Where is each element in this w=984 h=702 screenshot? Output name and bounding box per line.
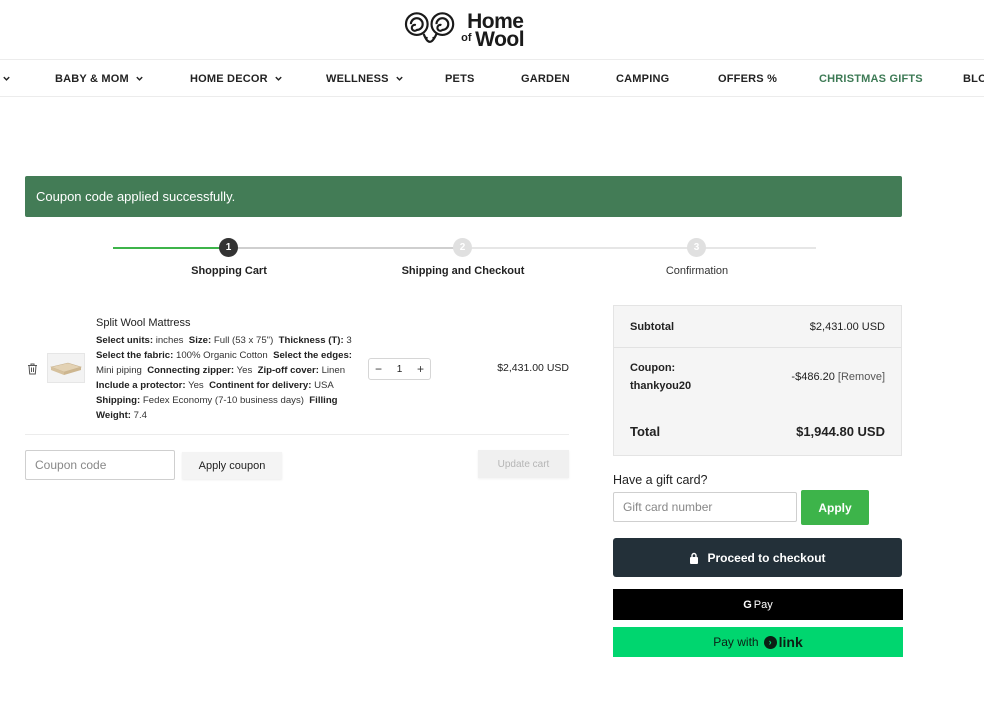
progress-line-done <box>113 247 229 249</box>
option-key: Select the fabric: <box>96 350 174 361</box>
line-item-price: $2,431.00 USD <box>497 362 569 374</box>
step-1-label: Shopping Cart <box>191 265 267 277</box>
option-key: Select units: <box>96 335 154 346</box>
nav-item-label: HOME DECOR <box>190 72 268 85</box>
coupon-code-input[interactable] <box>25 450 175 480</box>
progress-line-2-3 <box>463 247 816 249</box>
option-key: Continent for delivery: <box>209 380 312 391</box>
chevron-down-icon <box>3 76 10 81</box>
coupon-discount-value: -$486.20 <box>791 371 835 383</box>
option-value: inches <box>155 335 184 346</box>
step-3-dot: 3 <box>687 238 706 257</box>
option-value: 7.4 <box>133 410 148 421</box>
option-key: Include a protector: <box>96 380 186 391</box>
mattress-image-icon <box>49 362 83 375</box>
brand-of: of <box>461 32 472 44</box>
option-key: Thickness (T): <box>278 335 344 346</box>
option-key: Connecting zipper: <box>147 365 235 376</box>
product-thumbnail[interactable] <box>47 353 85 383</box>
remove-coupon-link[interactable]: [Remove] <box>838 371 885 383</box>
quantity-decrease-button[interactable]: − <box>375 362 382 376</box>
option-key: Zip-off cover: <box>257 365 319 376</box>
option-value: Fedex Economy (7-10 business days) <box>142 395 304 406</box>
brand-logo[interactable]: Home of Wool <box>404 8 528 52</box>
brand-wordmark: Home of Wool <box>459 8 528 52</box>
subtotal-row: Subtotal $2,431.00 USD <box>614 306 901 347</box>
nav-item-baby-mom[interactable]: BABY & MOM <box>55 60 144 97</box>
nav-item-prev-chevron[interactable] <box>0 60 11 97</box>
chevron-down-icon <box>136 76 143 81</box>
subtotal-label: Subtotal <box>630 320 674 333</box>
main-nav: BABY & MOM HOME DECOR WELLNESS PETS GARD… <box>0 59 984 97</box>
option-value: Full (53 x 75") <box>213 335 274 346</box>
step-2-dot: 2 <box>453 238 472 257</box>
total-value: $1,944.80 USD <box>796 423 885 439</box>
option-value: Yes <box>236 365 253 376</box>
option-key: Size: <box>188 335 212 346</box>
product-name[interactable]: Split Wool Mattress <box>96 317 191 329</box>
product-options: Select units: inches Size: Full (53 x 75… <box>96 333 358 423</box>
option-value: Mini piping <box>96 365 142 376</box>
coupon-discount: -$486.20 [Remove] <box>791 371 885 383</box>
coupon-label-title: Coupon: <box>630 362 676 374</box>
nav-item-label: WELLNESS <box>326 72 389 85</box>
google-pay-button[interactable]: G Pay <box>613 589 903 620</box>
update-cart-button[interactable]: Update cart <box>478 450 569 478</box>
order-summary: Subtotal $2,431.00 USD Coupon: thankyou2… <box>613 305 902 456</box>
ram-logo-icon <box>404 12 455 43</box>
option-value: 3 <box>346 335 352 346</box>
subtotal-value: $2,431.00 USD <box>809 320 885 333</box>
proceed-to-checkout-button[interactable]: Proceed to checkout <box>613 538 902 577</box>
lock-icon <box>690 552 699 564</box>
google-pay-label: Pay <box>753 598 773 611</box>
chevron-down-icon <box>396 76 403 81</box>
coupon-row: Coupon: thankyou20 -$486.20 [Remove] <box>614 348 901 406</box>
cart-divider <box>25 434 569 435</box>
link-brand: link <box>778 634 803 650</box>
option-key: Select the edges: <box>273 350 352 361</box>
total-label: Total <box>630 423 661 439</box>
coupon-code-name: thankyou20 <box>630 380 692 392</box>
google-g-icon: G <box>743 598 752 611</box>
step-1-dot: 1 <box>219 238 238 257</box>
nav-item-label: BABY & MOM <box>55 72 129 85</box>
step-3-label: Confirmation <box>665 265 729 277</box>
coupon-success-alert: Coupon code applied successfully. <box>25 176 902 217</box>
gift-card-apply-button[interactable]: Apply <box>801 490 869 525</box>
nav-item-garden[interactable]: GARDEN <box>521 60 570 97</box>
step-2-label: Shipping and Checkout <box>401 265 525 277</box>
nav-item-pets[interactable]: PETS <box>445 60 475 97</box>
link-pay-prefix: Pay with <box>713 635 759 649</box>
option-value: Yes <box>188 380 204 391</box>
checkout-label: Proceed to checkout <box>707 550 826 565</box>
option-value: 100% Organic Cotton <box>175 350 268 361</box>
trash-icon[interactable] <box>27 363 38 375</box>
quantity-stepper: − 1 + <box>368 358 431 380</box>
quantity-increase-button[interactable]: + <box>417 362 424 376</box>
nav-item-home-decor[interactable]: HOME DECOR <box>190 60 283 97</box>
progress-line-1-2 <box>229 247 463 249</box>
total-row: Total $1,944.80 USD <box>614 409 901 453</box>
gift-card-input[interactable] <box>613 492 797 522</box>
nav-item-camping[interactable]: CAMPING <box>616 60 669 97</box>
chevron-down-icon <box>275 76 282 81</box>
pay-with-link-button[interactable]: Pay with › link <box>613 627 903 657</box>
brand-wool: Wool <box>475 28 525 51</box>
nav-item-blog[interactable]: BLO <box>963 60 984 97</box>
coupon-label: Coupon: thankyou20 <box>630 359 691 395</box>
nav-item-wellness[interactable]: WELLNESS <box>326 60 404 97</box>
option-key: Shipping: <box>96 395 141 406</box>
apply-coupon-button[interactable]: Apply coupon <box>182 452 282 479</box>
gift-card-label: Have a gift card? <box>613 473 708 487</box>
option-value: Linen <box>321 365 346 376</box>
quantity-value[interactable]: 1 <box>397 364 403 375</box>
link-logo: › link <box>763 634 803 650</box>
link-arrow-icon: › <box>763 635 777 649</box>
option-value: USA <box>314 380 334 391</box>
alert-message: Coupon code applied successfully. <box>36 189 236 204</box>
nav-item-christmas-gifts[interactable]: CHRISTMAS GIFTS <box>819 60 923 97</box>
nav-item-offers[interactable]: OFFERS % <box>718 60 777 97</box>
